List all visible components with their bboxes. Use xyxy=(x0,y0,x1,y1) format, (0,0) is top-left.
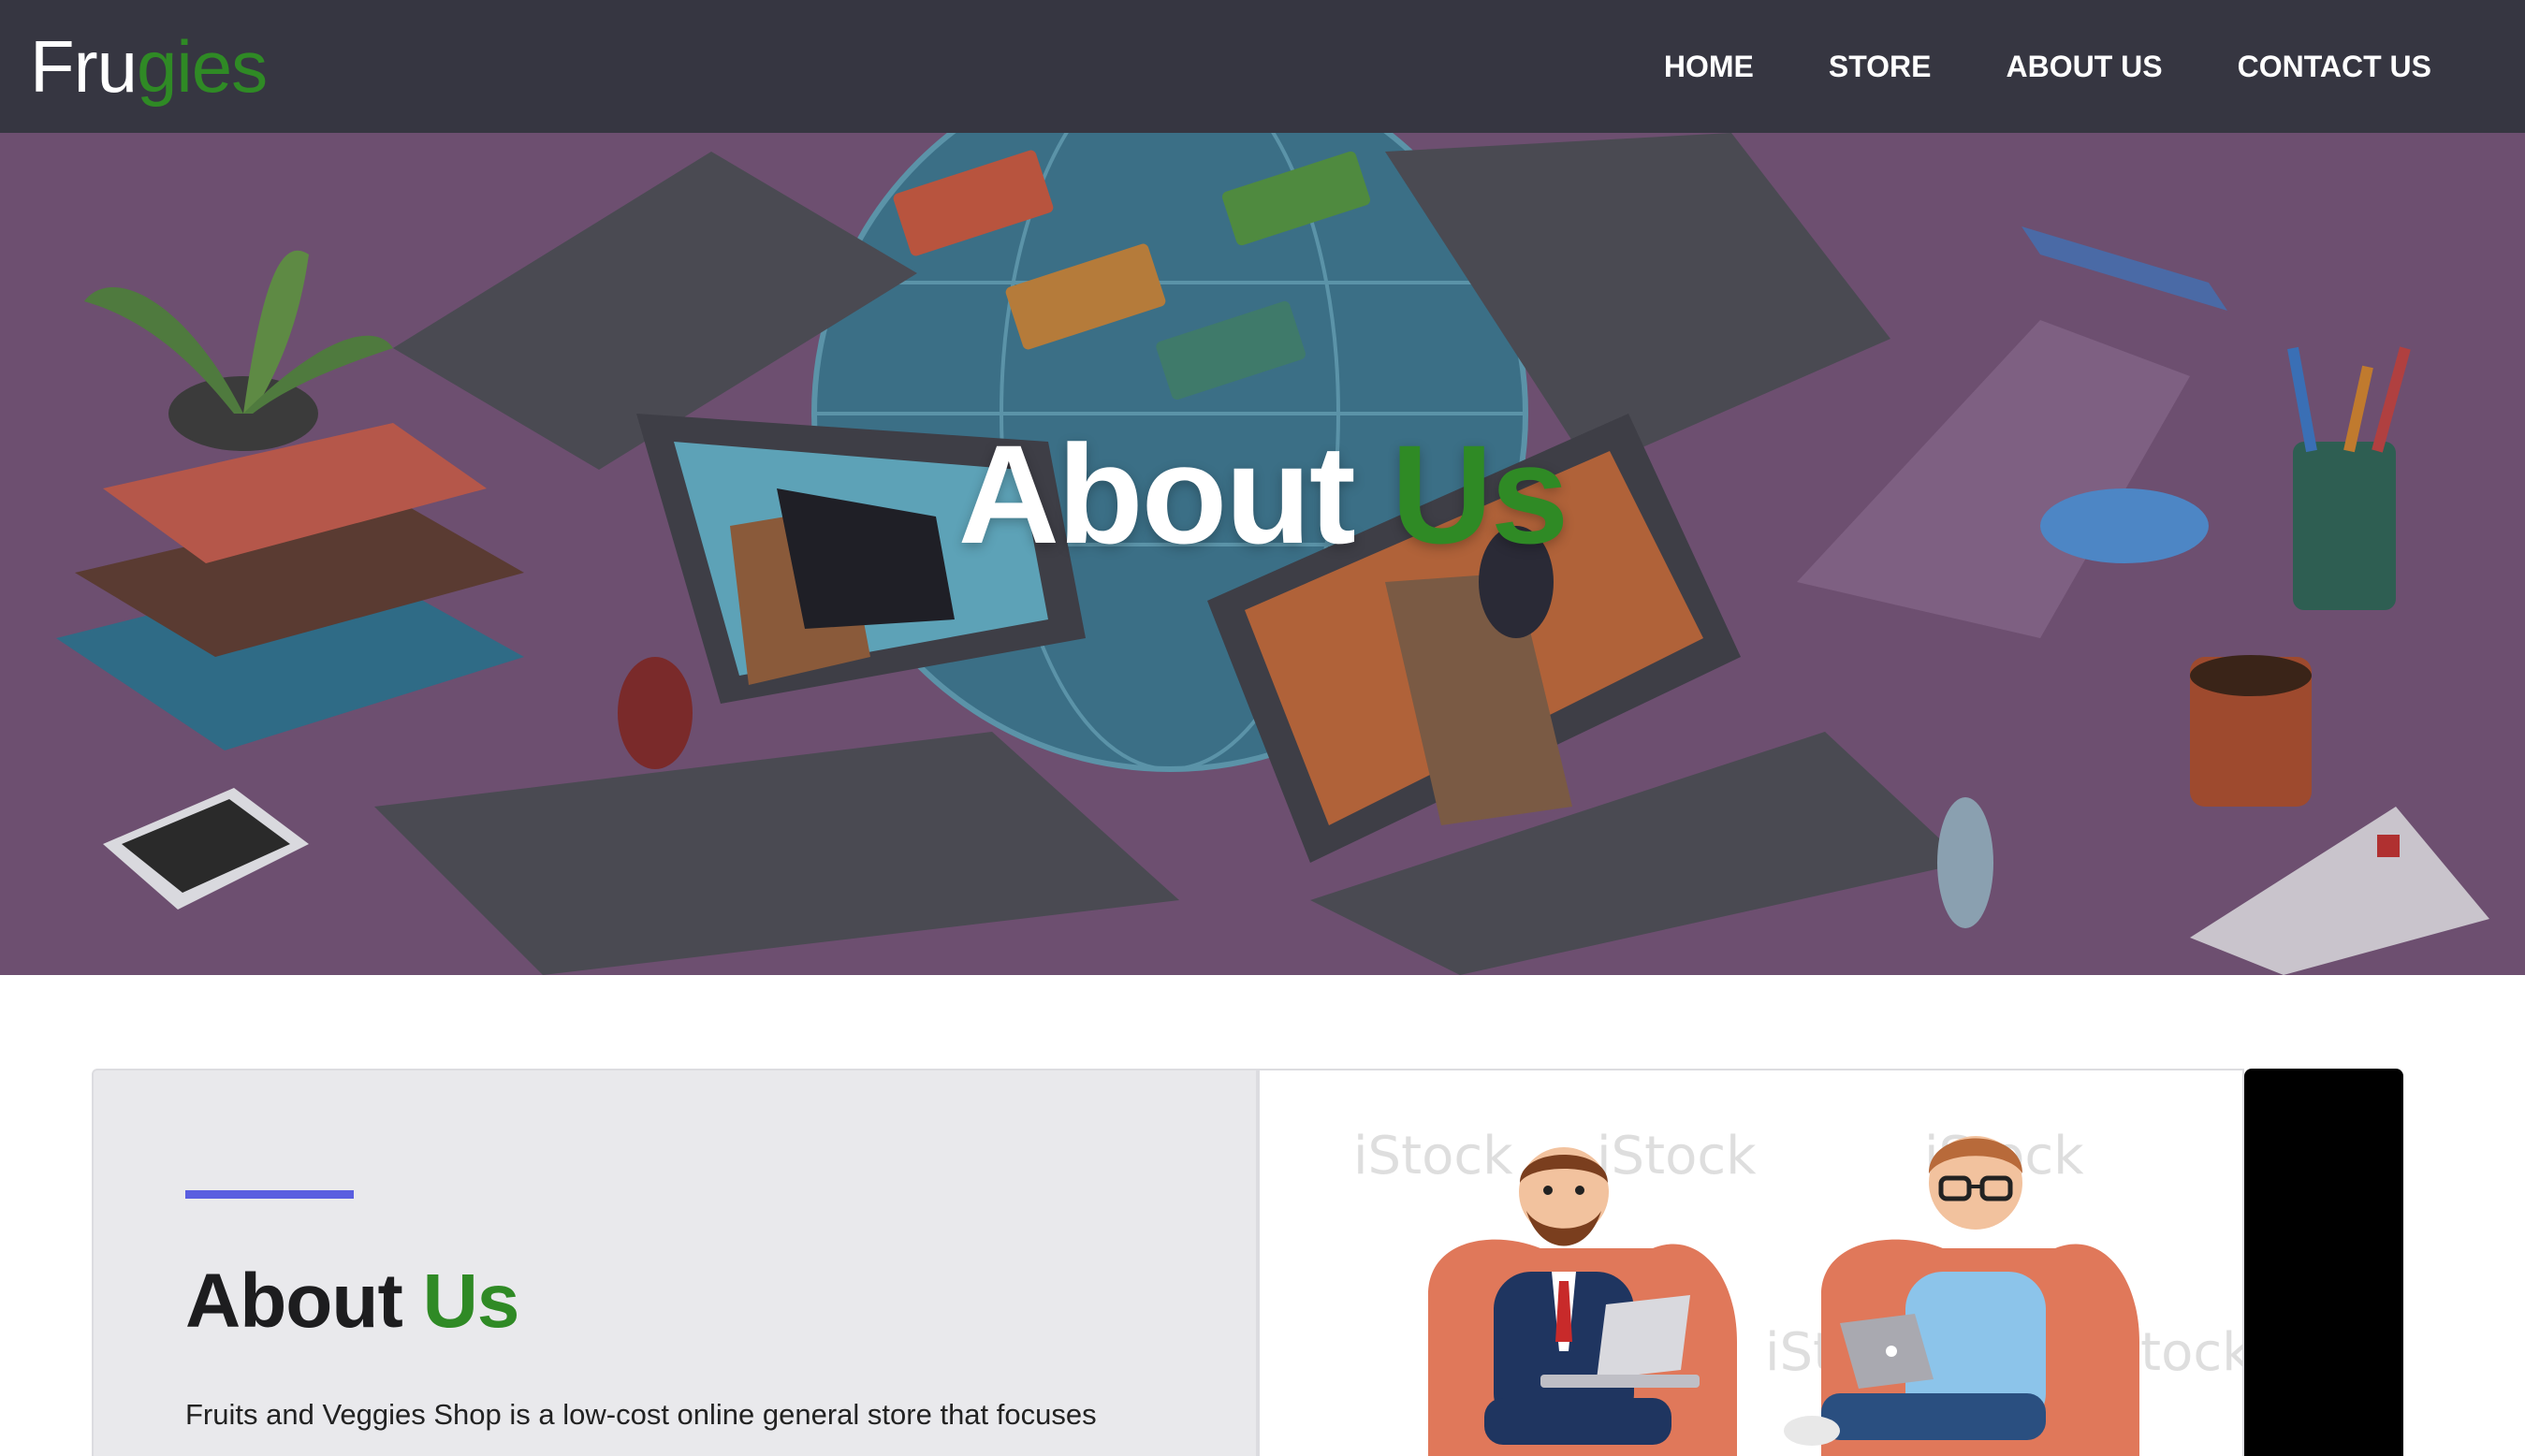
nav-store-link[interactable]: STORE xyxy=(1829,50,1932,84)
brand-logo[interactable]: Frugies xyxy=(30,24,268,109)
about-heading-part1: About xyxy=(185,1259,423,1344)
brand-name-part2: gies xyxy=(137,24,268,108)
hero-title: About Us xyxy=(0,414,2525,575)
about-description: Fruits and Veggies Shop is a low-cost on… xyxy=(185,1398,1097,1431)
team-image-card: iStock iStock iStock iStock iStock iStoc… xyxy=(1258,1069,2244,1456)
hero-banner: About Us xyxy=(0,133,2525,975)
watermark-text: iStock xyxy=(1353,1126,1513,1187)
team-illustration: iStock iStock iStock iStock iStock iStoc… xyxy=(1353,1126,2242,1456)
about-heading-part2: Us xyxy=(422,1259,520,1344)
hero-title-part1: About xyxy=(957,415,1392,573)
brand-name-part1: Fru xyxy=(30,24,138,108)
hero-title-part2: Us xyxy=(1391,415,1569,573)
nav-about-link[interactable]: ABOUT US xyxy=(2007,50,2163,84)
nav-home-link[interactable]: HOME xyxy=(1664,50,1754,84)
nav-contact-link[interactable]: CONTACT US xyxy=(2238,50,2431,84)
side-panel xyxy=(2244,1069,2403,1456)
navbar: Frugies HOME STORE ABOUT US CONTACT US xyxy=(0,0,2525,133)
watermark-text: iStock xyxy=(1597,1126,1757,1187)
about-heading: About Us xyxy=(185,1258,520,1346)
about-text-card: About Us Fruits and Veggies Shop is a lo… xyxy=(92,1069,1258,1456)
section-divider xyxy=(185,1190,354,1199)
nav-menu: HOME STORE ABOUT US CONTACT US xyxy=(1664,50,2431,84)
